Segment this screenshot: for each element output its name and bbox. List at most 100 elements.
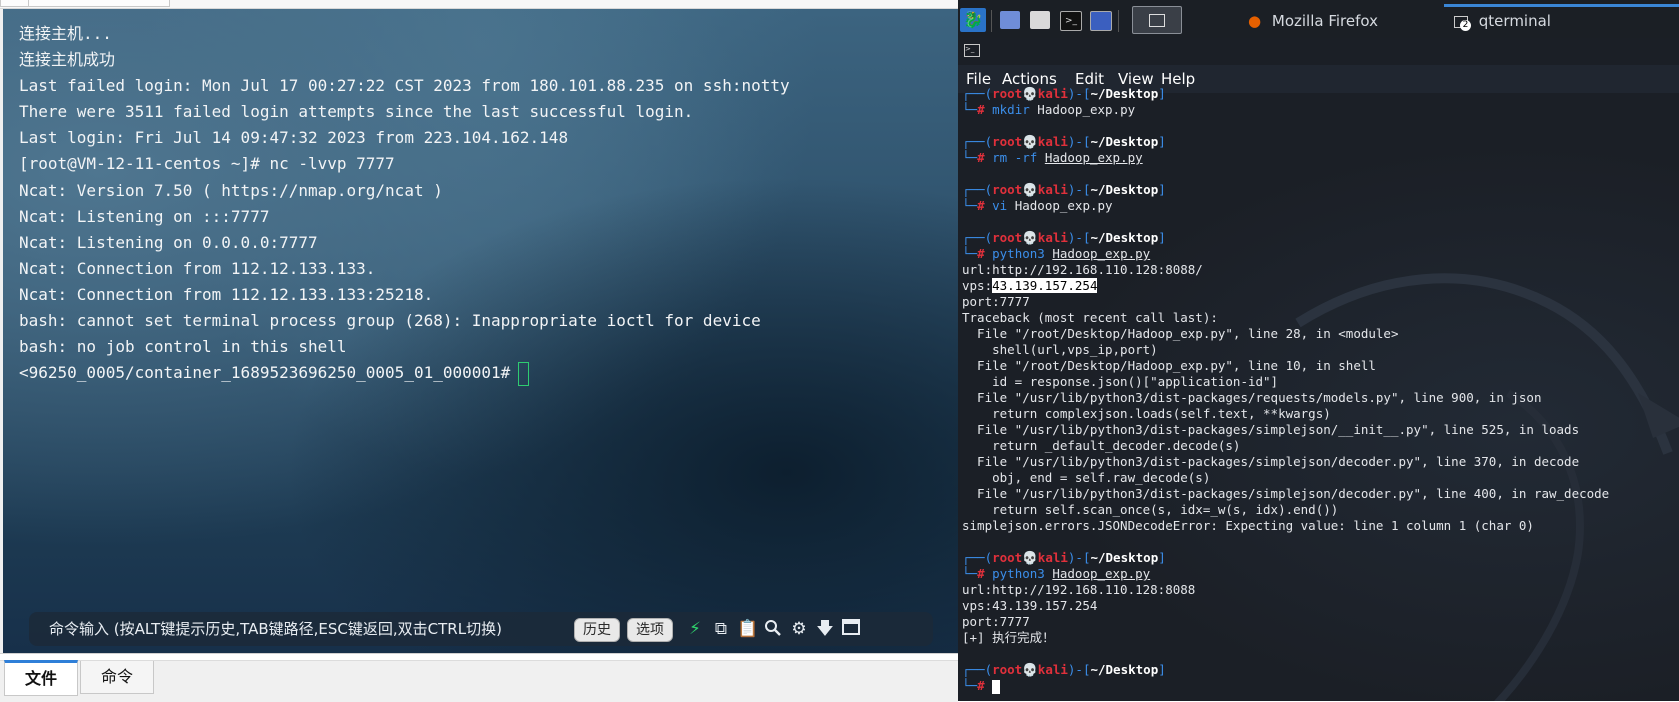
command-argument: Hadoop_exp.py (1044, 150, 1143, 165)
command-input-bar[interactable]: 命令输入 (按ALT键提示历史,TAB键路径,ESC键返回,双击CTRL切换) … (29, 612, 933, 646)
blank-line (962, 646, 1609, 662)
prompt-bracket: └─ (962, 150, 978, 165)
command-input-placeholder[interactable]: 命令输入 (按ALT键提示历史,TAB键路径,ESC键返回,双击CTRL切换) (49, 612, 502, 646)
selected-text[interactable]: 43.139.157.254 (992, 278, 1098, 293)
prompt-symbol: # (977, 678, 985, 693)
terminal-icon[interactable]: >_ (1060, 11, 1082, 31)
command-name: python3 (992, 246, 1045, 261)
prompt-bracket: ┌──( (962, 182, 993, 197)
gear-icon[interactable]: ⚙ (789, 619, 809, 639)
maximize-icon[interactable] (841, 619, 861, 639)
file-manager-icon[interactable] (1030, 11, 1050, 29)
prompt-bracket: └─ (962, 198, 978, 213)
tab-files[interactable]: 文件 (4, 660, 79, 696)
search-icon[interactable] (763, 619, 783, 639)
prompt-host: kali (1037, 230, 1068, 245)
command-name: mkdir (992, 102, 1030, 117)
copy-icon[interactable]: ⧉ (711, 619, 731, 639)
command-line: └─# rm -rf Hadoop_exp.py (962, 150, 1609, 166)
history-button[interactable]: 历史 (574, 618, 620, 642)
prompt-bracket: ] (1158, 662, 1166, 677)
terminal-line: Ncat: Version 7.50 ( https://nmap.org/nc… (19, 180, 443, 200)
output-line: File "/root/Desktop/Hadoop_exp.py", line… (962, 326, 1399, 341)
prompt-bracket: )-[ (1067, 86, 1091, 101)
output-line: File "/usr/lib/python3/dist-packages/sim… (962, 422, 1580, 437)
screen-recorder-icon[interactable] (1090, 11, 1112, 31)
container-shell-prompt: <96250_0005/container_1689523696250_0005… (19, 363, 511, 383)
qterminal-window: >_ File Actions Edit View Help ┌──(root💀… (958, 38, 1679, 701)
command-name: python3 (992, 566, 1045, 581)
output-line: id = response.json()["application-id"] (962, 374, 1279, 389)
prompt-user: root (992, 86, 1023, 101)
terminal-line: Ncat: Listening on 0.0.0.0:7777 (19, 232, 318, 252)
qterminal-output: ┌──(root💀kali)-[~/Desktop] └─# mkdir Hado… (962, 86, 1609, 694)
kali-menu-icon[interactable]: 🐉 (960, 8, 986, 32)
workspace-switcher[interactable] (1132, 6, 1182, 34)
lightning-icon[interactable]: ⚡ (685, 619, 705, 639)
terminal-line: 连接主机成功 (19, 50, 116, 70)
blank-line (962, 166, 1609, 182)
skull-icon: 💀 (1022, 86, 1038, 101)
remote-terminal[interactable]: 连接主机... 连接主机成功 Last failed login: Mon Ju… (3, 9, 958, 653)
prompt-bracket: ┌──( (962, 662, 993, 677)
command-argument: Hadoop_exp.py (1014, 198, 1113, 213)
terminal-line: Ncat: Listening on :::7777 (19, 206, 270, 226)
prompt-bracket: )-[ (1067, 182, 1091, 197)
prompt-bracket: )-[ (1067, 134, 1091, 149)
prompt-bracket: ] (1158, 550, 1166, 565)
tab-commands[interactable]: 命令 (80, 661, 155, 694)
prompt-bracket: └─ (962, 246, 978, 261)
terminal-cursor[interactable] (992, 679, 1001, 694)
output-text: vps: (962, 278, 993, 293)
prompt-host: kali (1037, 182, 1068, 197)
prompt-line: ┌──(root💀kali)-[~/Desktop] (962, 662, 1609, 678)
terminal-icon: >_ (964, 44, 980, 57)
prompt-line: ┌──(root💀kali)-[~/Desktop] (962, 86, 1609, 102)
prompt-bracket: └─ (962, 102, 978, 117)
command-name: vi (992, 198, 1008, 213)
kali-taskbar: 🐉 >_ ● Mozilla Firefox 2 qterminal (958, 0, 1679, 38)
prompt-bracket: )-[ (1067, 230, 1091, 245)
left-window-topbar (0, 0, 958, 9)
command-argument: Hadoop_exp.py (1052, 566, 1151, 581)
skull-icon: 💀 (1022, 662, 1038, 677)
output-line: File "/usr/lib/python3/dist-packages/sim… (962, 454, 1580, 469)
output-line: File "/usr/lib/python3/dist-packages/req… (962, 390, 1542, 405)
prompt-dir: ~/Desktop (1090, 550, 1159, 565)
prompt-bracket: ] (1158, 134, 1166, 149)
prompt-host: kali (1037, 86, 1068, 101)
prompt-bracket: └─ (962, 566, 978, 581)
taskbar-firefox[interactable]: ● Mozilla Firefox (1248, 8, 1378, 34)
terminal-line: Ncat: Connection from 112.12.133.133. (19, 258, 376, 278)
prompt-symbol: # (977, 150, 985, 165)
output-line: url:http://192.168.110.128:8088/ (962, 262, 1203, 277)
output-line: simplejson.errors.JSONDecodeError: Expec… (962, 518, 1534, 533)
terminal-cursor[interactable] (518, 361, 530, 386)
window-count-badge: 2 (1460, 20, 1471, 31)
paste-icon[interactable]: 📋 (737, 619, 758, 639)
prompt-line: ┌──(root💀kali)-[~/Desktop] (962, 230, 1609, 246)
terminal-line: 连接主机... (19, 24, 112, 43)
prompt-dir: ~/Desktop (1090, 86, 1159, 101)
command-line: └─# vi Hadoop_exp.py (962, 198, 1609, 214)
bottom-tab-bar: 文件 命令 (0, 660, 958, 702)
command-argument: Hadoop_exp.py (1052, 246, 1151, 261)
qterminal-content[interactable]: ┌──(root💀kali)-[~/Desktop] └─# mkdir Hado… (958, 86, 1679, 701)
prompt-bracket: ] (1158, 86, 1166, 101)
prompt-bracket: ┌──( (962, 550, 993, 565)
prompt-dir: ~/Desktop (1090, 134, 1159, 149)
options-button[interactable]: 选项 (627, 618, 673, 642)
command-line: └─# python3 Hadoop_exp.py (962, 566, 1609, 582)
show-desktop-icon[interactable] (1000, 11, 1020, 29)
terminal-line: Last login: Fri Jul 14 09:47:32 2023 fro… (19, 128, 569, 148)
output-line: return self.scan_once(s, idx=_w(s, idx).… (962, 502, 1339, 517)
download-icon[interactable]: 🡇 (815, 619, 835, 639)
prompt-bracket: ┌──( (962, 86, 993, 101)
taskbar-qterminal[interactable]: 2 qterminal (1454, 8, 1551, 34)
prompt-user: root (992, 134, 1023, 149)
terminal-line: bash: cannot set terminal process group … (19, 311, 761, 331)
command-name: rm (992, 150, 1008, 165)
remote-terminal-output: 连接主机... 连接主机成功 Last failed login: Mon Ju… (19, 21, 790, 386)
terminal-line: bash: no job control in this shell (19, 337, 347, 357)
prompt-symbol: # (977, 566, 985, 581)
